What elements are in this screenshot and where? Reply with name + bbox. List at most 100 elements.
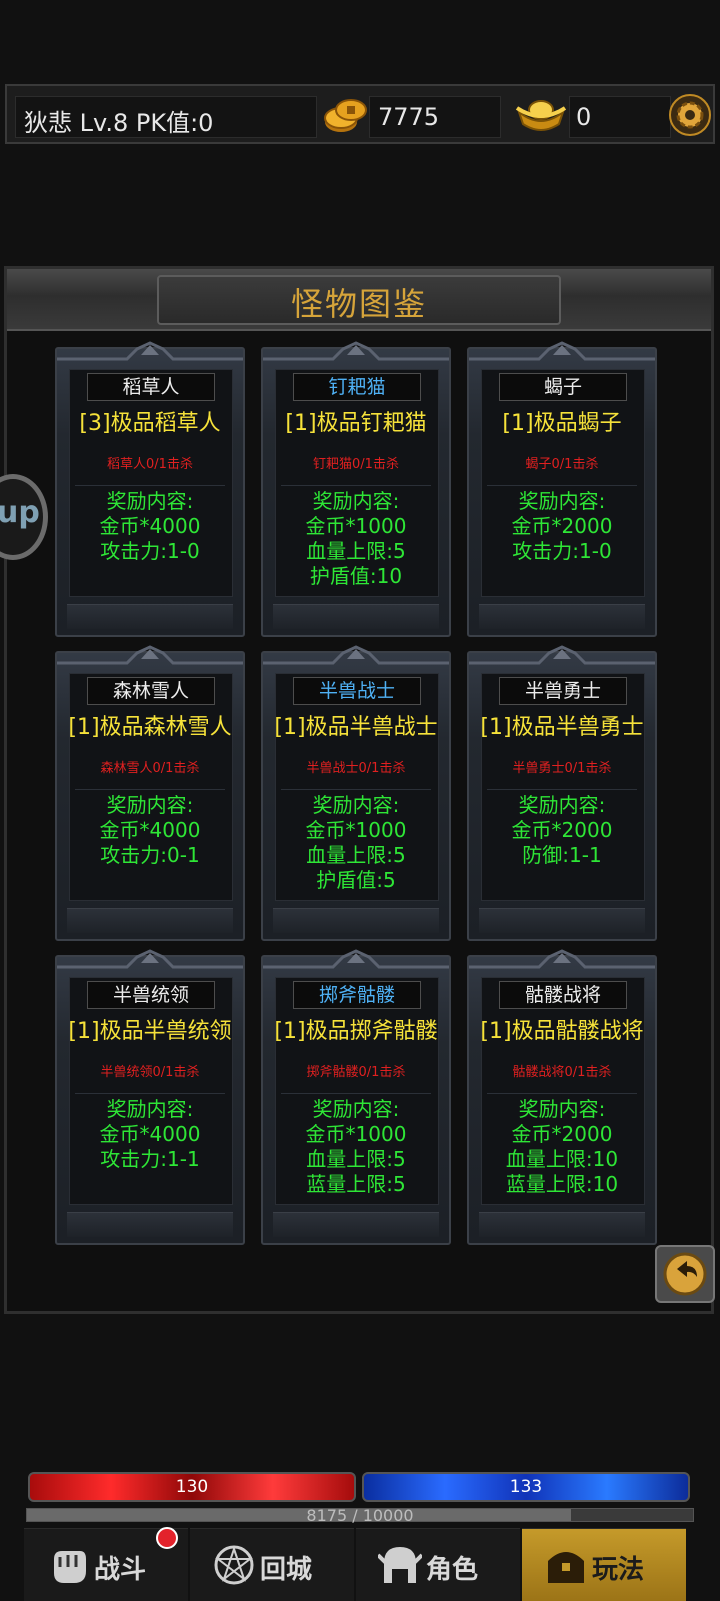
monster-name: 掷斧骷髅 [293, 981, 421, 1009]
nav-label: 玩法 [592, 1555, 645, 1585]
card-divider [281, 789, 431, 790]
card-crest-ornament [263, 341, 449, 361]
card-crest-ornament [57, 949, 243, 969]
reward-line: 血量上限:5 [306, 843, 406, 867]
reward-line: 奖励内容: [312, 1097, 400, 1121]
fist-icon [54, 1551, 86, 1583]
gold-ingot-icon [515, 100, 567, 131]
monster-card[interactable]: 半兽战士 [1]极品半兽战士 半兽战士0/1击杀 奖励内容: 金币*1000 血量上限:5… [261, 645, 451, 941]
reward-line: 金币*1000 [305, 1122, 407, 1146]
monster-card[interactable]: 蝎子 [1]极品蝎子 蝎子0/1击杀 奖励内容: 金币*2000 攻击力:1-0 [467, 341, 657, 637]
reward-line: 护盾值:10 [309, 564, 403, 588]
card-divider [281, 1093, 431, 1094]
exp-value: 8175 / 10000 [306, 1506, 414, 1525]
reward-line: 血量上限:10 [505, 1147, 619, 1171]
monster-card[interactable]: 稻草人 [3]极品稻草人 稻草人0/1击杀 奖励内容: 金币*4000 攻击力:1-0 [55, 341, 245, 637]
card-crest-ornament [263, 645, 449, 665]
gold-coin-icon [324, 99, 367, 132]
reward-line: 血量上限:5 [306, 539, 406, 563]
card-crest-ornament [57, 341, 243, 361]
reward-line: 奖励内容: [312, 489, 400, 513]
monster-name: 稻草人 [87, 373, 215, 401]
monster-card[interactable]: 骷髅战将 [1]极品骷髅战将 骷髅战将0/1击杀 奖励内容: 金币*2000 血量上限:1… [467, 949, 657, 1245]
monster-title: [1]极品半兽统领 [68, 1019, 232, 1044]
exp-bar: 8175 / 10000 [26, 1506, 694, 1525]
monster-name: 蝎子 [499, 373, 627, 401]
kill-progress: 稻草人0/1击杀 [107, 457, 193, 472]
monster-name: 半兽统领 [87, 981, 215, 1009]
reward-list: 奖励内容: 金币*2000 防御:1-1 [469, 793, 655, 868]
reward-line: 金币*1000 [305, 818, 407, 842]
monster-title: [1]极品半兽勇士 [480, 715, 644, 740]
nav-tab[interactable]: 玩法 [522, 1528, 686, 1601]
settings-gear-icon[interactable] [669, 94, 711, 136]
monster-name: 森林雪人 [87, 677, 215, 705]
kill-progress: 掷斧骷髅0/1击杀 [306, 1065, 406, 1080]
reward-line: 金币*2000 [511, 818, 613, 842]
back-button[interactable] [655, 1245, 715, 1303]
nav-label: 战斗 [94, 1555, 147, 1585]
monster-card[interactable]: 森林雪人 [1]极品森林雪人 森林雪人0/1击杀 奖励内容: 金币*4000 攻击力:0-… [55, 645, 245, 941]
kill-progress: 半兽统领0/1击杀 [100, 1065, 200, 1080]
monster-card[interactable]: 掷斧骷髅 [1]极品掷斧骷髅 掷斧骷髅0/1击杀 奖励内容: 金币*1000 血量上限:5… [261, 949, 451, 1245]
card-footer [67, 604, 233, 629]
nav-tab[interactable]: 回城 [190, 1528, 354, 1601]
monster-card[interactable]: 钉耙猫 [1]极品钉耙猫 钉耙猫0/1击杀 奖励内容: 金币*1000 血量上限:5 护盾值… [261, 341, 451, 637]
card-footer [273, 908, 439, 933]
gold-box: 7775 [369, 96, 501, 138]
reward-line: 蓝量上限:5 [306, 1172, 406, 1196]
reward-list: 奖励内容: 金币*1000 血量上限:5 护盾值:10 [263, 489, 449, 589]
card-crest-ornament [469, 645, 655, 665]
top-status-bar: 狄悲 Lv.8 PK值:0 7775 0 [5, 84, 715, 144]
reward-line: 奖励内容: [518, 489, 606, 513]
reward-list: 奖励内容: 金币*1000 血量上限:5 蓝量上限:5 [263, 1097, 449, 1197]
reward-line: 金币*4000 [99, 514, 201, 538]
reward-line: 攻击力:0-1 [100, 843, 200, 867]
reward-line: 奖励内容: [106, 489, 194, 513]
mp-value: 133 [509, 1477, 543, 1497]
card-footer [479, 604, 645, 629]
card-footer [67, 1212, 233, 1237]
nav-tab[interactable]: 角色 [356, 1528, 520, 1601]
reward-line: 护盾值:5 [316, 868, 396, 892]
return-arrow-icon [663, 1252, 707, 1296]
reward-line: 奖励内容: [312, 793, 400, 817]
bottom-nav: 战斗 回城 角色 玩法 [0, 1524, 720, 1601]
reward-line: 蓝量上限:10 [505, 1172, 619, 1196]
panel-title: 怪物图鉴 [290, 285, 427, 323]
card-divider [487, 789, 637, 790]
monster-card[interactable]: 半兽勇士 [1]极品半兽勇士半兽勇士0/1击杀奖励内容: 金币*2000 防御:1-1 [467, 645, 657, 941]
reward-line: 防御:1-1 [522, 843, 602, 867]
monster-title: [1]极品蝎子 [502, 411, 622, 436]
monster-name: 半兽勇士 [499, 677, 627, 705]
monster-name: 钉耙猫 [293, 373, 421, 401]
reward-line: 金币*4000 [99, 818, 201, 842]
reward-line: 金币*2000 [511, 1122, 613, 1146]
kill-progress: 森林雪人0/1击杀 [100, 761, 200, 776]
reward-list: 奖励内容: 金币*1000 血量上限:5 护盾值:5 [263, 793, 449, 893]
card-divider [281, 485, 431, 486]
nav-tab[interactable]: 战斗 [24, 1527, 188, 1601]
hp-value: 130 [175, 1477, 209, 1497]
monster-title: [1]极品骷髅战将 [480, 1019, 644, 1044]
kill-progress: 半兽勇士0/1击杀 [512, 761, 612, 776]
card-divider [75, 789, 225, 790]
reward-list: 奖励内容: 金币*4000 攻击力:1-1 [57, 1097, 243, 1172]
monster-card[interactable]: 半兽统领 [1]极品半兽统领半兽统领0/1击杀奖励内容: 金币*4000 攻击力:1-… [55, 949, 245, 1245]
title-plate: 怪物图鉴 [157, 275, 561, 325]
bottom-hud: 130 133 8175 / 10000 战斗 回城 角色 玩法 [0, 1460, 720, 1601]
helmet-icon [378, 1547, 422, 1583]
player-info-box: 狄悲 Lv.8 PK值:0 [15, 96, 317, 138]
card-footer [479, 1212, 645, 1237]
monster-name: 骷髅战将 [499, 981, 627, 1009]
card-crest-ornament [469, 341, 655, 361]
reward-line: 奖励内容: [106, 793, 194, 817]
card-divider [487, 1093, 637, 1094]
kill-progress: 骷髅战将0/1击杀 [512, 1065, 612, 1080]
kill-progress: 半兽战士0/1击杀 [306, 761, 406, 776]
mp-bar: 133 [362, 1472, 690, 1502]
portal-icon [214, 1545, 254, 1585]
floating-button-label: up [0, 495, 40, 530]
reward-line: 攻击力:1-0 [512, 539, 612, 563]
reward-line: 奖励内容: [106, 1097, 194, 1121]
